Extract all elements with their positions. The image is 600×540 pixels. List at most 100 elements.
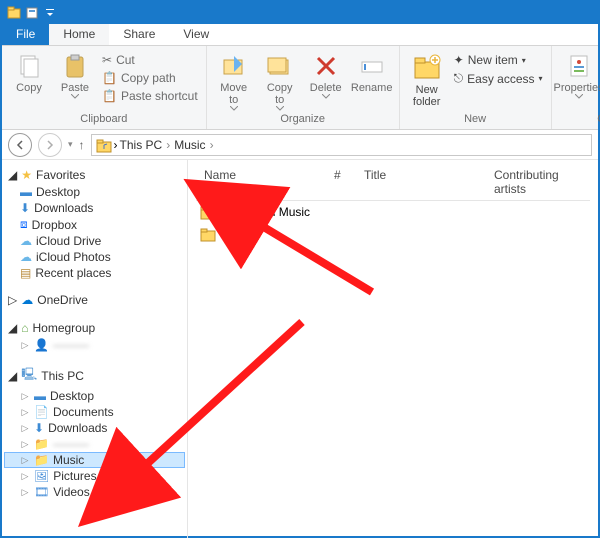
file-row[interactable]: Download Music bbox=[196, 201, 590, 223]
paste-label: Paste bbox=[61, 82, 89, 94]
delete-button[interactable]: Delete bbox=[305, 48, 347, 113]
homegroup-icon: ⌂ bbox=[21, 321, 28, 335]
scissors-icon: ✂ bbox=[102, 53, 112, 67]
column-headers: Name # Title Contributing artists bbox=[196, 164, 590, 201]
forward-button[interactable] bbox=[38, 133, 62, 157]
chevron-right-icon[interactable]: › bbox=[114, 138, 118, 152]
cloud-icon: ☁ bbox=[20, 250, 32, 264]
group-clipboard-title: Clipboard bbox=[8, 113, 200, 127]
documents-icon: 📄 bbox=[34, 405, 49, 419]
file-name: Download Music bbox=[222, 205, 310, 219]
expand-icon: ▷ bbox=[20, 391, 30, 402]
expand-icon: ▷ bbox=[8, 293, 17, 307]
file-name: iTunes bbox=[222, 227, 258, 241]
nav-thispc-header[interactable]: ◢🖳This PC bbox=[4, 363, 185, 388]
expand-icon: ▷ bbox=[20, 487, 30, 498]
paste-shortcut-button[interactable]: 📋Paste shortcut bbox=[100, 88, 200, 104]
paste-button[interactable]: Paste bbox=[54, 48, 96, 113]
group-clipboard: Copy Paste ✂Cut 📋Copy path 📋Paste shortc… bbox=[2, 46, 207, 129]
downloads-icon: ⬇ bbox=[20, 201, 30, 215]
cut-button[interactable]: ✂Cut bbox=[100, 52, 200, 68]
group-new-title: New bbox=[406, 113, 545, 127]
new-folder-button[interactable]: New folder bbox=[406, 48, 448, 113]
ribbon: Copy Paste ✂Cut 📋Copy path 📋Paste shortc… bbox=[2, 46, 598, 130]
cloud-icon: ☁ bbox=[20, 234, 32, 248]
group-organize-title: Organize bbox=[213, 113, 393, 127]
rename-button[interactable]: Rename bbox=[351, 48, 393, 113]
collapse-icon: ◢ bbox=[8, 369, 17, 383]
star-icon: ★ bbox=[21, 168, 32, 182]
chevron-down-icon bbox=[575, 94, 583, 100]
collapse-icon: ◢ bbox=[8, 321, 17, 335]
easy-access-button[interactable]: ⎋Easy access▾ bbox=[452, 70, 545, 87]
nav-downloads[interactable]: ⬇Downloads bbox=[4, 200, 185, 216]
new-item-button[interactable]: ✦New item▾ bbox=[452, 52, 545, 68]
ribbon-tabs: File Home Share View bbox=[2, 24, 598, 46]
easy-access-icon: ⎋ bbox=[454, 71, 464, 86]
desktop-icon: ▬ bbox=[20, 185, 32, 199]
titlebar bbox=[2, 2, 598, 24]
copy-path-button[interactable]: 📋Copy path bbox=[100, 70, 200, 86]
crumb-music[interactable]: Music› bbox=[174, 138, 215, 152]
col-num[interactable]: # bbox=[326, 164, 356, 200]
tab-view[interactable]: View bbox=[169, 24, 223, 45]
new-item-icon: ✦ bbox=[454, 53, 464, 67]
nav-pc-hidden[interactable]: ▷📁——— bbox=[4, 436, 185, 452]
nav-favorites-header[interactable]: ◢★Favorites bbox=[4, 166, 185, 184]
group-open-title: Open bbox=[558, 113, 600, 127]
file-row[interactable]: iTunes bbox=[196, 223, 590, 245]
nav-homegroup-header[interactable]: ◢⌂Homegroup bbox=[4, 319, 185, 337]
path-icon: 📋 bbox=[102, 71, 117, 85]
up-button[interactable]: ↑ bbox=[79, 138, 85, 152]
expand-icon: ▷ bbox=[20, 407, 30, 418]
nav-onedrive-header[interactable]: ▷☁OneDrive bbox=[4, 291, 185, 309]
videos-icon: 🎞 bbox=[34, 485, 49, 499]
tab-home[interactable]: Home bbox=[49, 24, 109, 45]
copy-to-button[interactable]: Copy to bbox=[259, 48, 301, 113]
pictures-icon: 🖼 bbox=[34, 469, 49, 483]
breadcrumb-box[interactable]: › This PC› Music› bbox=[91, 134, 592, 156]
dropbox-icon: ⧈ bbox=[20, 217, 28, 232]
qat-dropdown-icon[interactable] bbox=[42, 5, 58, 21]
nav-desktop[interactable]: ▬Desktop bbox=[4, 184, 185, 200]
col-name[interactable]: Name bbox=[196, 164, 326, 200]
expand-icon: ▷ bbox=[20, 455, 30, 466]
group-open: Properties 📂Open▾ ✎Edit 🕘History Open bbox=[552, 46, 600, 129]
nav-icloud-drive[interactable]: ☁iCloud Drive bbox=[4, 233, 185, 249]
nav-homegroup-user[interactable]: ▷👤——— bbox=[4, 337, 185, 353]
chevron-right-icon[interactable]: › bbox=[208, 138, 216, 152]
user-icon: 👤 bbox=[34, 338, 49, 352]
tab-file[interactable]: File bbox=[2, 24, 49, 45]
desktop-icon: ▬ bbox=[34, 389, 46, 403]
copy-button[interactable]: Copy bbox=[8, 48, 50, 113]
nav-recent[interactable]: ▤Recent places bbox=[4, 265, 185, 281]
col-contrib[interactable]: Contributing artists bbox=[486, 164, 590, 200]
nav-pc-downloads[interactable]: ▷⬇Downloads bbox=[4, 420, 185, 436]
move-to-button[interactable]: Move to bbox=[213, 48, 255, 113]
col-title[interactable]: Title bbox=[356, 164, 486, 200]
navigation-pane[interactable]: ◢★Favorites ▬Desktop ⬇Downloads ⧈Dropbox… bbox=[2, 160, 188, 538]
nav-pc-videos[interactable]: ▷🎞Videos bbox=[4, 484, 185, 500]
properties-button[interactable]: Properties bbox=[558, 48, 600, 113]
chevron-right-icon[interactable]: › bbox=[164, 138, 172, 152]
file-list-pane[interactable]: Name # Title Contributing artists Downlo… bbox=[188, 160, 598, 538]
recent-locations-button[interactable]: ▾ bbox=[68, 139, 73, 150]
shortcut-icon: 📋 bbox=[102, 89, 117, 103]
expand-icon: ▷ bbox=[20, 340, 30, 351]
music-folder-icon bbox=[96, 137, 112, 153]
qat-properties-icon[interactable] bbox=[24, 5, 40, 21]
tab-share[interactable]: Share bbox=[109, 24, 169, 45]
onedrive-icon: ☁ bbox=[21, 293, 33, 307]
crumb-thispc[interactable]: This PC› bbox=[120, 138, 173, 152]
nav-dropbox[interactable]: ⧈Dropbox bbox=[4, 216, 185, 233]
folder-icon bbox=[200, 226, 216, 242]
nav-pc-desktop[interactable]: ▷▬Desktop bbox=[4, 388, 185, 404]
music-folder-icon: 📁 bbox=[34, 453, 49, 467]
main-body: ◢★Favorites ▬Desktop ⬇Downloads ⧈Dropbox… bbox=[2, 160, 598, 538]
nav-icloud-photos[interactable]: ☁iCloud Photos bbox=[4, 249, 185, 265]
nav-pc-pictures[interactable]: ▷🖼Pictures bbox=[4, 468, 185, 484]
app-icon bbox=[6, 5, 22, 21]
nav-pc-documents[interactable]: ▷📄Documents bbox=[4, 404, 185, 420]
back-button[interactable] bbox=[8, 133, 32, 157]
nav-pc-music[interactable]: ▷📁Music bbox=[4, 452, 185, 468]
